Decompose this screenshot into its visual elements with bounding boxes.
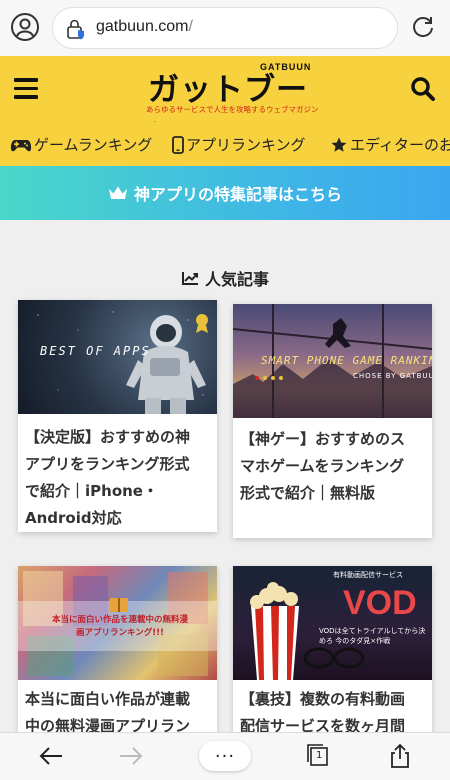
browser-toolbar: ··· 1 — [0, 732, 450, 780]
trend-chart-icon — [181, 272, 198, 285]
star-icon — [331, 137, 347, 152]
title-line: 【神ゲー】おすすめのス — [240, 430, 406, 448]
category-label: アプリランキング — [186, 136, 306, 154]
title-line: Android対応 — [25, 509, 122, 527]
thumb-sub-text: VODは全てトライアルしてから決めろ 今のタダ見×作戦 — [319, 627, 426, 645]
more-options-button[interactable]: ··· — [199, 741, 251, 771]
article-thumbnail: 本当に面白い作品を連載中の無料漫画アプリランキング!!! — [18, 566, 217, 680]
title-line: マホゲームをランキング — [240, 457, 405, 475]
forward-arrow-icon[interactable] — [118, 743, 144, 769]
tab-count: 1 — [316, 750, 323, 761]
browser-top-bar: gatbuun.com/ — [0, 0, 450, 56]
back-arrow-icon[interactable] — [38, 743, 64, 769]
article-title: 【神ゲー】おすすめのス マホゲームをランキング 形式で紹介｜無料版 — [240, 426, 405, 507]
banner-label: 神アプリの特集記事はこちら — [133, 185, 342, 204]
section-title-text: 人気記事 — [204, 270, 269, 289]
thumb-text: 本当に面白い作品を連載中の無料漫画アプリランキング!!! — [51, 615, 188, 638]
article-card-manga[interactable]: 本当に面白い作品を連載中の無料漫画アプリランキング!!! 本当に面白い作品が連載… — [18, 566, 217, 756]
popular-articles-heading: 人気記事 — [0, 266, 450, 290]
category-app-ranking[interactable]: アプリランキング — [172, 134, 306, 155]
share-icon[interactable] — [388, 743, 412, 769]
smartphone-icon — [172, 135, 184, 154]
logo-sub-text: GATBUUN — [260, 62, 312, 72]
article-thumbnail: 有料動画配信サービス VOD VODは全てトライアルしてから決めろ 今のタダ見×… — [233, 566, 432, 680]
title-line: 本当に面白い作品が連載 — [25, 690, 191, 708]
article-card-apps[interactable]: BEST OF APPS 【決定版】おすすめの神 アプリをランキング形式 で紹介… — [18, 300, 217, 532]
title-line: 【決定版】おすすめの神 — [25, 428, 191, 446]
url-suffix: / — [188, 18, 193, 35]
thumb-text: SMART PHONE GAME RANKING — [261, 354, 432, 367]
category-label: エディターのお — [350, 136, 450, 154]
article-thumbnail: SMART PHONE GAME RANKING CHOSE BY GATBUU… — [233, 304, 432, 418]
article-thumbnail: BEST OF APPS — [18, 300, 217, 414]
thumb-text: BEST OF APPS — [40, 344, 151, 358]
search-icon[interactable] — [410, 76, 436, 102]
thumb-sub-text: CHOSE BY GATBUUN — [353, 372, 432, 380]
title-line: 形式で紹介｜無料版 — [240, 484, 376, 502]
article-title: 【決定版】おすすめの神 アプリをランキング形式 で紹介｜iPhone・ Andr… — [25, 424, 190, 532]
url-host: gatbuun.com — [96, 18, 189, 35]
reload-icon[interactable] — [410, 14, 436, 40]
address-bar[interactable]: gatbuun.com/ — [52, 7, 398, 49]
feature-banner[interactable]: 神アプリの特集記事はこちら — [0, 166, 450, 220]
crown-icon — [108, 186, 127, 199]
article-card-games[interactable]: SMART PHONE GAME RANKING CHOSE BY GATBUU… — [233, 304, 432, 538]
title-line: 【裏技】複数の有料動画 — [240, 690, 406, 708]
thumb-top-text: 有料動画配信サービス — [333, 571, 403, 579]
site-logo[interactable]: ガットブーン GATBUUN あらゆるサービスで人生を攻略するウェブマガジン — [146, 62, 319, 153]
tabs-button[interactable]: 1 — [306, 743, 330, 767]
url-text[interactable]: gatbuun.com/ — [96, 18, 193, 36]
category-nav: ゲームランキング アプリランキング エディターのお — [0, 122, 450, 166]
logo-tagline: あらゆるサービスで人生を攻略するウェブマガジン — [146, 105, 319, 114]
category-editors-pick[interactable]: エディターのお — [330, 134, 450, 155]
title-line: アプリをランキング形式 — [25, 455, 190, 473]
site-header: ガットブーン GATBUUN あらゆるサービスで人生を攻略するウェブマガジン — [0, 56, 450, 153]
article-card-vod[interactable]: 有料動画配信サービス VOD VODは全てトライアルしてから決めろ 今のタダ見×… — [233, 566, 432, 756]
thumb-text: VOD — [343, 584, 417, 622]
profile-icon[interactable] — [10, 12, 40, 42]
category-game-ranking[interactable]: ゲームランキング — [10, 134, 152, 155]
title-line: で紹介｜iPhone・ — [25, 482, 158, 500]
hamburger-menu-icon[interactable] — [14, 78, 38, 99]
lock-shield-icon — [67, 19, 84, 40]
category-label: ゲームランキング — [34, 136, 153, 154]
gamepad-icon — [10, 139, 32, 151]
